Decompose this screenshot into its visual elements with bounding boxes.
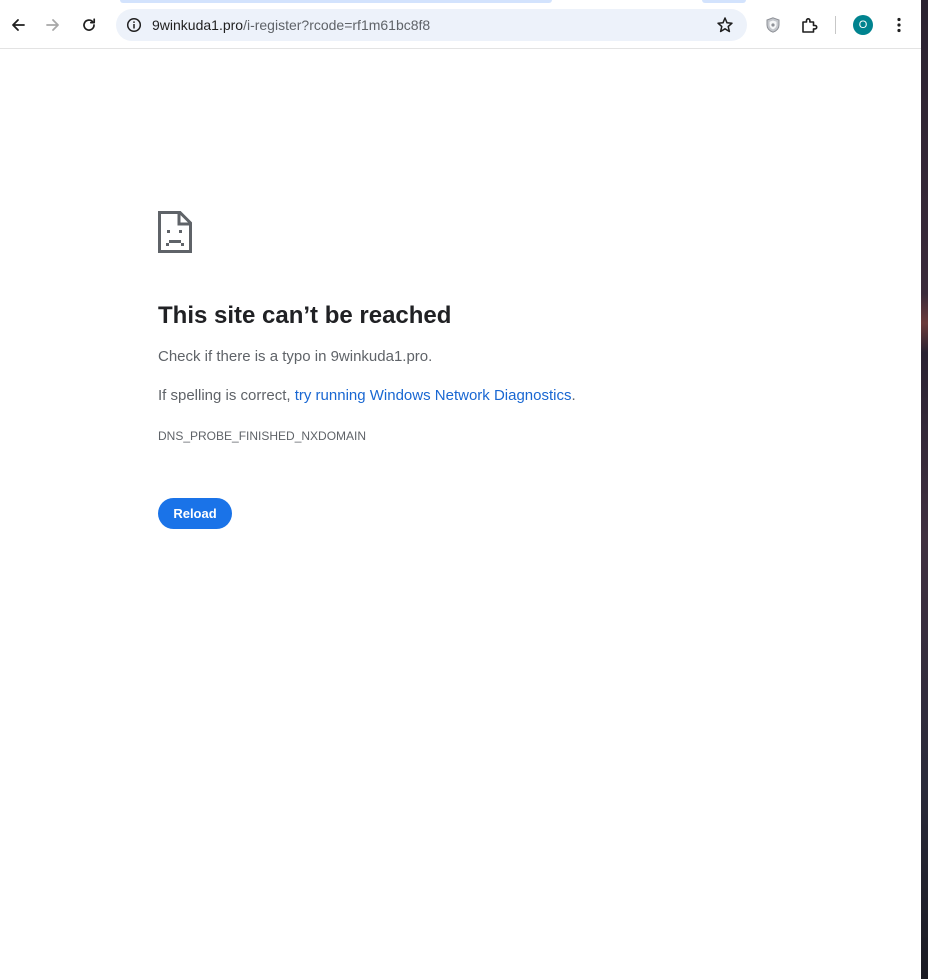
browser-window: 9winkuda1.pro/i-register?rcode=rf1m61bc8… (0, 0, 921, 979)
url-host: 9winkuda1.pro (152, 17, 244, 33)
reload-page-button[interactable] (73, 9, 105, 41)
reload-icon (83, 18, 96, 31)
shield-extension-button[interactable] (757, 9, 789, 41)
forward-button[interactable] (37, 9, 69, 41)
profile-avatar[interactable]: O (853, 15, 873, 35)
tab-strip-edge (120, 0, 552, 3)
network-diagnostics-link[interactable]: try running Windows Network Diagnostics (295, 387, 572, 404)
typo-hint: Check if there is a typo in 9winkuda1.pr… (158, 348, 433, 365)
arrow-right-icon (46, 19, 59, 31)
bookmark-button[interactable] (715, 15, 735, 35)
shield-icon (766, 17, 780, 33)
error-title: This site can’t be reached (158, 302, 452, 329)
address-bar[interactable]: 9winkuda1.pro/i-register?rcode=rf1m61bc8… (116, 9, 747, 41)
extensions-button[interactable] (793, 9, 825, 41)
star-icon (717, 17, 733, 33)
url-text[interactable]: 9winkuda1.pro/i-register?rcode=rf1m61bc8… (152, 16, 430, 34)
diagnostics-prefix: If spelling is correct, (158, 387, 295, 404)
diagnostics-hint: If spelling is correct, try running Wind… (158, 386, 576, 406)
sad-page-icon (158, 211, 192, 253)
reload-button[interactable]: Reload (158, 498, 232, 529)
arrow-left-icon (12, 19, 25, 31)
info-circle-icon (126, 17, 142, 33)
url-path: /i-register?rcode=rf1m61bc8f8 (243, 17, 431, 33)
toolbar-divider (835, 16, 836, 34)
browser-toolbar: 9winkuda1.pro/i-register?rcode=rf1m61bc8… (0, 0, 921, 49)
desktop-background (921, 0, 928, 979)
tab-strip-edge (702, 0, 746, 3)
diagnostics-suffix: . (571, 387, 576, 404)
puzzle-icon (802, 18, 818, 33)
kebab-menu-icon (897, 17, 901, 33)
site-info-button[interactable] (122, 13, 146, 37)
back-button[interactable] (2, 9, 34, 41)
browser-menu-button[interactable] (883, 9, 915, 41)
error-code: DNS_PROBE_FINISHED_NXDOMAIN (158, 429, 367, 443)
